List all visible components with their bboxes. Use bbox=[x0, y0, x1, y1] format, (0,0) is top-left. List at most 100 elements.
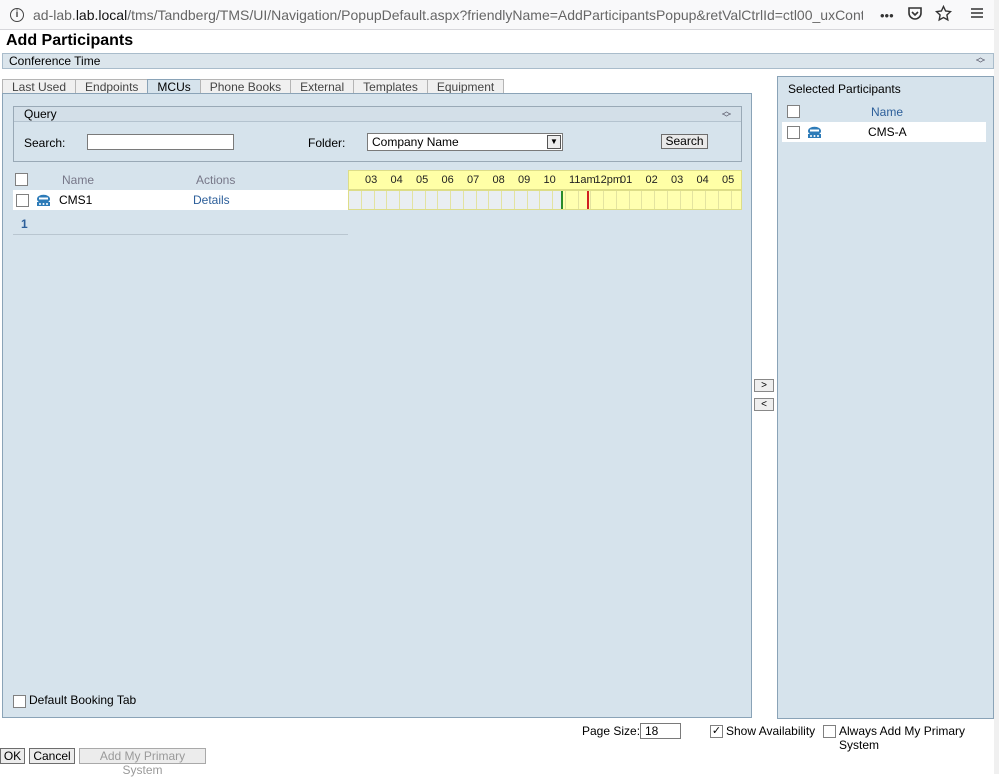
timeline-cell bbox=[630, 191, 643, 209]
ok-button[interactable]: OK bbox=[0, 748, 25, 764]
timeline-hour-label: 10 bbox=[543, 174, 556, 186]
timeline-cell bbox=[693, 191, 706, 209]
tab-phone-books[interactable]: Phone Books bbox=[199, 79, 292, 94]
timeline-header: 03 04 05 06 07 08 09 10 11am 12pm 01 02 03 04 05 bbox=[348, 170, 742, 190]
table-row[interactable]: CMS1 Details bbox=[13, 190, 348, 210]
tab-templates[interactable]: Templates bbox=[353, 79, 428, 94]
timeline-hour-label: 01 bbox=[620, 174, 633, 186]
timeline-hour-label: 03 bbox=[671, 174, 684, 186]
timeline-cell bbox=[349, 191, 362, 209]
row-checkbox[interactable] bbox=[16, 194, 29, 207]
tab-last-used[interactable]: Last Used bbox=[2, 79, 77, 94]
always-add-primary-checkbox[interactable] bbox=[823, 725, 836, 738]
dropdown-arrow-icon[interactable]: ▼ bbox=[547, 135, 561, 149]
timeline-hour-label: 06 bbox=[441, 174, 454, 186]
timeline-cell bbox=[489, 191, 502, 209]
add-primary-system-button[interactable]: Add My Primary System bbox=[79, 748, 206, 777]
bookmark-star-icon[interactable] bbox=[934, 4, 953, 27]
page-title: Add Participants bbox=[6, 32, 134, 49]
timeline-cell bbox=[604, 191, 617, 209]
scrollbar[interactable] bbox=[994, 0, 999, 774]
page-size-label: Page Size: bbox=[582, 724, 641, 738]
page-size-input[interactable]: 18 bbox=[640, 723, 681, 739]
row-name: CMS1 bbox=[59, 193, 93, 207]
show-availability-checkbox[interactable]: ✓ bbox=[710, 725, 723, 738]
folder-select-value: Company Name bbox=[372, 135, 459, 149]
conference-time-label: Conference Time bbox=[9, 54, 101, 68]
timeline-cell bbox=[426, 191, 439, 209]
query-header[interactable]: Query ︿ ﹀ bbox=[14, 107, 741, 123]
pocket-icon[interactable] bbox=[907, 5, 923, 26]
search-input[interactable] bbox=[87, 134, 234, 150]
tab-external[interactable]: External bbox=[290, 79, 355, 94]
timeline-cell bbox=[719, 191, 732, 209]
collapse-chevron-icon[interactable]: ︿ ﹀ bbox=[722, 107, 731, 123]
timeline-cell bbox=[528, 191, 541, 209]
timeline-cell bbox=[668, 191, 681, 209]
collapse-chevron-icon[interactable]: ︿ ﹀ bbox=[976, 53, 985, 69]
browser-url-bar[interactable]: i ad-lab.lab.local/tms/Tandberg/TMS/UI/N… bbox=[0, 0, 999, 30]
timeline-cell bbox=[540, 191, 553, 209]
cancel-button[interactable]: Cancel bbox=[29, 748, 75, 764]
remove-participant-button[interactable]: < bbox=[754, 398, 774, 411]
page-link[interactable]: 1 bbox=[21, 217, 28, 231]
timeline-cell bbox=[566, 191, 579, 209]
timeline-cell bbox=[451, 191, 464, 209]
timeline-cell bbox=[464, 191, 477, 209]
timeline-hour-label: 04 bbox=[390, 174, 403, 186]
column-actions-header: Actions bbox=[196, 173, 236, 187]
url-prefix: ad-lab. bbox=[33, 6, 76, 23]
tab-equipment[interactable]: Equipment bbox=[426, 79, 505, 94]
timeline-cell bbox=[553, 191, 566, 209]
selected-row-checkbox[interactable] bbox=[787, 126, 800, 139]
conference-time-bar[interactable]: Conference Time ︿ ﹀ bbox=[2, 53, 994, 69]
folder-label: Folder: bbox=[308, 136, 346, 150]
query-title: Query bbox=[24, 107, 57, 121]
timeline-start-marker bbox=[561, 191, 563, 209]
folder-select[interactable]: Company Name ▼ bbox=[367, 133, 563, 151]
timeline-hour-label: 04 bbox=[696, 174, 709, 186]
tab-strip: Last Used Endpoints MCUs Phone Books Ext… bbox=[2, 79, 505, 94]
availability-timeline: 03 04 05 06 07 08 09 10 11am 12pm 01 02 03 04 05 bbox=[348, 170, 742, 210]
more-options-icon[interactable]: ••• bbox=[880, 8, 894, 23]
timeline-hour-label: 03 bbox=[365, 174, 378, 186]
timeline-cell bbox=[617, 191, 630, 209]
timeline-cell bbox=[400, 191, 413, 209]
timeline-hour-label: 12pm bbox=[594, 174, 623, 186]
timeline-cell bbox=[642, 191, 655, 209]
search-button[interactable]: Search bbox=[661, 134, 708, 149]
timeline-cell bbox=[362, 191, 375, 209]
timeline-cell bbox=[438, 191, 451, 209]
url-path: /tms/Tandberg/TMS/UI/Navigation/PopupDef… bbox=[127, 6, 863, 23]
tab-mcus[interactable]: MCUs bbox=[147, 79, 201, 94]
menu-icon[interactable] bbox=[969, 5, 985, 26]
timeline-hour-label: 05 bbox=[722, 174, 735, 186]
column-name-header[interactable]: Name bbox=[62, 173, 94, 187]
timeline-cell bbox=[591, 191, 604, 209]
select-all-selected-checkbox[interactable] bbox=[787, 105, 800, 118]
timeline-hour-label: 09 bbox=[518, 174, 531, 186]
timeline-hour-label: 08 bbox=[492, 174, 505, 186]
timeline-grid bbox=[348, 190, 742, 210]
default-booking-tab-checkbox[interactable] bbox=[13, 695, 26, 708]
mcu-icon bbox=[36, 194, 50, 206]
search-label: Search: bbox=[24, 136, 66, 150]
divider bbox=[13, 234, 348, 235]
query-box: Query ︿ ﹀ Search: Folder: Company Name ▼ … bbox=[13, 106, 742, 162]
timeline-cell bbox=[387, 191, 400, 209]
details-link[interactable]: Details bbox=[193, 193, 230, 207]
timeline-hour-label: 07 bbox=[467, 174, 480, 186]
tab-endpoints[interactable]: Endpoints bbox=[75, 79, 149, 94]
timeline-hour-label: 11am bbox=[569, 174, 596, 186]
selected-name-header[interactable]: Name bbox=[871, 105, 903, 119]
timeline-cell bbox=[502, 191, 515, 209]
timeline-cell bbox=[655, 191, 668, 209]
selected-row[interactable]: CMS-A bbox=[782, 122, 986, 142]
mcu-icon bbox=[807, 126, 821, 138]
url-text[interactable]: ad-lab.lab.local/tms/Tandberg/TMS/UI/Nav… bbox=[33, 7, 863, 23]
select-all-checkbox[interactable] bbox=[15, 173, 28, 186]
add-participant-button[interactable]: > bbox=[754, 379, 774, 392]
info-icon[interactable]: i bbox=[10, 7, 24, 22]
timeline-cell bbox=[515, 191, 528, 209]
mcu-panel: Query ︿ ﹀ Search: Folder: Company Name ▼ … bbox=[2, 93, 752, 718]
